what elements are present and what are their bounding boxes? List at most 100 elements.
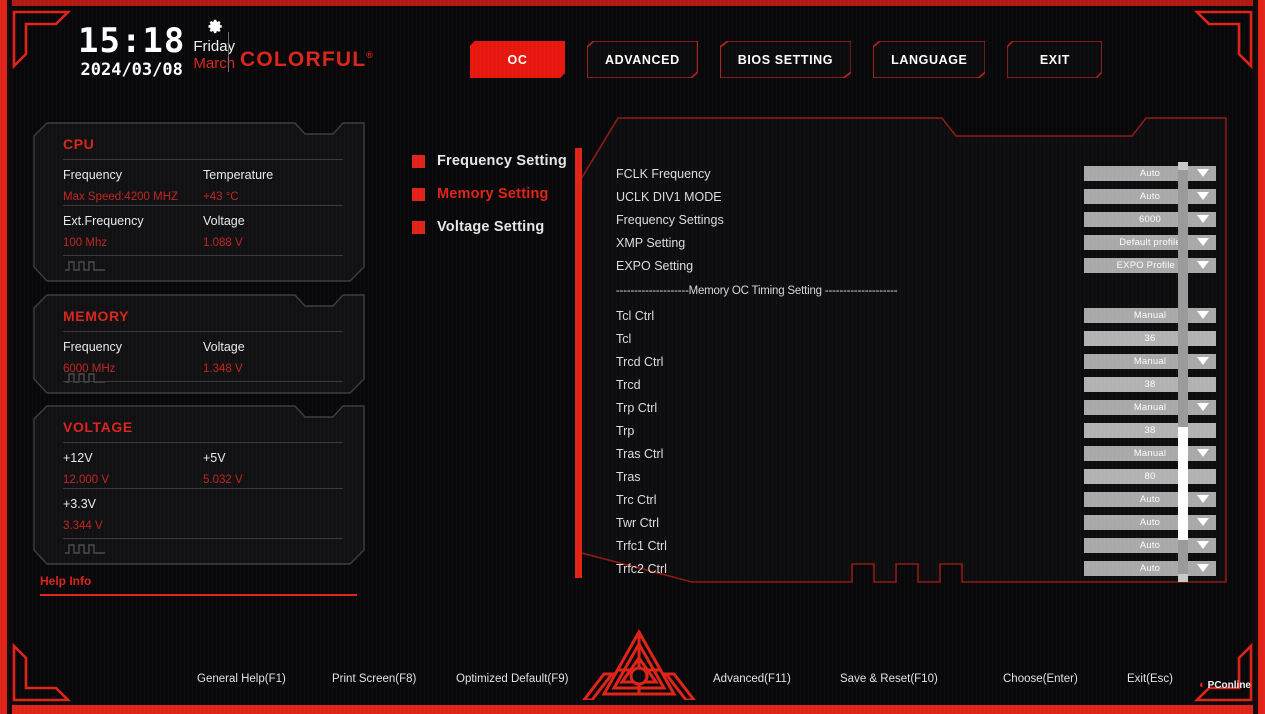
monitor-panel-voltage: VOLTAGE +12V 12.000 V +5V 5.032 V +3.3V 3.344 … (33, 405, 365, 565)
footer-shortcut-advanced-f11-[interactable]: Advanced(F11) (713, 673, 791, 685)
setting-label: FCLK Frequency (616, 166, 711, 181)
monitor-panel-cpu: CPU Frequency Max Speed:4200 MHZ Temperatur… (33, 122, 365, 282)
setting-dropdown[interactable]: Auto (1084, 166, 1216, 181)
setting-row-uclk-div1-mode[interactable]: UCLK DIV1 MODE Auto (616, 185, 1216, 208)
monitor-cell: Voltage 1.348 V (203, 340, 343, 375)
monitor-row: +12V 12.000 V +5V 5.032 V (63, 442, 343, 486)
pconline-watermark: ◐ PConline (1199, 679, 1251, 691)
monitor-cell: +12V 12.000 V (63, 451, 203, 486)
setting-value: Auto (1139, 540, 1161, 551)
setting-row-trp[interactable]: Trp 38 (616, 419, 1216, 442)
nav-tab-advanced[interactable]: ADVANCED (586, 40, 699, 79)
setting-dropdown[interactable]: Auto (1084, 538, 1216, 553)
category-bullet-icon (412, 187, 425, 201)
setting-row-twr-ctrl[interactable]: Twr Ctrl Auto (616, 511, 1216, 534)
nav-tab-exit[interactable]: EXIT (1006, 40, 1104, 79)
clock-date: 2024/03/08 (80, 60, 183, 80)
footer-shortcut-print-screen-f8-[interactable]: Print Screen(F8) (332, 673, 416, 685)
setting-row-tras[interactable]: Tras 80 (616, 465, 1216, 488)
category-voltage-setting[interactable]: Voltage Setting (412, 219, 567, 235)
category-memory-setting[interactable]: Memory Setting (412, 186, 567, 202)
setting-value-field[interactable]: 80 (1084, 469, 1216, 484)
setting-value-field[interactable]: 38 (1084, 423, 1216, 438)
chevron-down-icon (1197, 403, 1209, 411)
monitor-panel-title: CPU (63, 136, 95, 152)
monitor-key: Frequency (63, 168, 123, 182)
setting-dropdown[interactable]: Auto (1084, 492, 1216, 507)
nav-tab-bios-setting[interactable]: BIOS SETTING (718, 40, 853, 79)
monitor-row: Ext.Frequency 100 Mhz Voltage 1.088 V (63, 205, 343, 249)
nav-tab-oc[interactable]: OC (469, 40, 566, 79)
header-divider (228, 32, 229, 72)
setting-dropdown[interactable]: Manual (1084, 400, 1216, 415)
setting-row-trp-ctrl[interactable]: Trp Ctrl Manual (616, 396, 1216, 419)
nav-tab-label: BIOS SETTING (737, 52, 834, 67)
monitor-key: Temperature (203, 168, 274, 182)
setting-row-trfc2-ctrl[interactable]: Trfc2 Ctrl Auto (616, 557, 1216, 580)
setting-dropdown[interactable]: Manual (1084, 308, 1216, 323)
chevron-down-icon (1197, 169, 1209, 177)
setting-dropdown[interactable]: Auto (1084, 515, 1216, 530)
brand-name: COLORFUL (240, 48, 367, 71)
setting-row-expo-setting[interactable]: EXPO Setting EXPO Profile 1 (616, 254, 1216, 277)
setting-row-trcd[interactable]: Trcd 38 (616, 373, 1216, 396)
chevron-down-icon (1197, 357, 1209, 365)
setting-dropdown[interactable]: Manual (1084, 446, 1216, 461)
monitor-value: 3.344 V (63, 520, 103, 532)
setting-row-tcl-ctrl[interactable]: Tcl Ctrl Manual (616, 304, 1216, 327)
setting-label: Trc Ctrl (616, 492, 657, 507)
chevron-down-icon (1197, 518, 1209, 526)
panel-zigzag-decoration-icon (65, 258, 105, 276)
category-label: Memory Setting (437, 186, 549, 202)
setting-row-trc-ctrl[interactable]: Trc Ctrl Auto (616, 488, 1216, 511)
monitor-value: Max Speed:4200 MHZ (63, 191, 179, 203)
footer-shortcut-save-reset-f10-[interactable]: Save & Reset(F10) (840, 673, 938, 685)
setting-row-fclk-frequency[interactable]: FCLK Frequency Auto (616, 162, 1216, 185)
setting-row-tcl[interactable]: Tcl 36 (616, 327, 1216, 350)
setting-row-trfc1-ctrl[interactable]: Trfc1 Ctrl Auto (616, 534, 1216, 557)
settings-scrollbar[interactable] (1178, 162, 1188, 582)
setting-label: Frequency Settings (616, 212, 724, 227)
setting-dropdown[interactable]: Default profile (1084, 235, 1216, 250)
help-info-label: Help Info (40, 574, 92, 588)
monitor-panel-footrule (63, 538, 343, 539)
settings-rows: FCLK Frequency Auto UCLK DIV1 MODE Auto Freq… (616, 162, 1216, 580)
footer-shortcut-choose-enter-[interactable]: Choose(Enter) (1003, 673, 1078, 685)
setting-dropdown[interactable]: Auto (1084, 561, 1216, 576)
monitor-value: 1.348 V (203, 363, 243, 375)
category-frequency-setting[interactable]: Frequency Setting (412, 153, 567, 169)
setting-dropdown[interactable]: 6000 (1084, 212, 1216, 227)
chevron-down-icon (1197, 238, 1209, 246)
settings-panel-accent-bar (575, 148, 582, 578)
setting-dropdown[interactable]: Auto (1084, 189, 1216, 204)
frame-top-edge (0, 0, 1265, 6)
scrollbar-cap-top (1178, 162, 1188, 170)
setting-value: Default profile (1119, 237, 1181, 248)
footer-shortcut-optimized-default-f9-[interactable]: Optimized Default(F9) (456, 673, 568, 685)
monitor-key: Ext.Frequency (63, 214, 144, 228)
setting-value-field[interactable]: 38 (1084, 377, 1216, 392)
scrollbar-cap-bottom (1178, 574, 1188, 582)
setting-dropdown[interactable]: Manual (1084, 354, 1216, 369)
nav-tab-language[interactable]: LANGUAGE (872, 40, 987, 79)
setting-row-xmp-setting[interactable]: XMP Setting Default profile (616, 231, 1216, 254)
nav-tab-label: ADVANCED (605, 52, 680, 67)
setting-row-frequency-settings[interactable]: Frequency Settings 6000 (616, 208, 1216, 231)
monitor-row: Frequency 6000 MHz Voltage 1.348 V (63, 331, 343, 375)
footer-shortcut-exit-esc-[interactable]: Exit(Esc) (1127, 673, 1173, 685)
monitor-value: 100 Mhz (63, 237, 108, 249)
category-bullet-icon (412, 220, 425, 234)
monitor-row: +3.3V 3.344 V (63, 488, 343, 532)
setting-row-tras-ctrl[interactable]: Tras Ctrl Manual (616, 442, 1216, 465)
footer-shortcut-general-help-f1-[interactable]: General Help(F1) (197, 673, 286, 685)
scrollbar-thumb[interactable] (1178, 426, 1188, 540)
setting-dropdown[interactable]: EXPO Profile 1 (1084, 258, 1216, 273)
header-bar: 15:18 2024/03/08 Friday March COLORFUL® … (0, 8, 1265, 88)
help-info-underline (40, 594, 357, 596)
monitor-cell: +3.3V 3.344 V (63, 497, 203, 532)
monitor-cell: +5V 5.032 V (203, 451, 343, 486)
monitor-panel-content: MEMORY Frequency 6000 MHz Voltage 1.348 V (33, 294, 365, 382)
main-nav-tabs: OC ADVANCED BIOS SETTING LANGUAGE EXIT (469, 40, 1104, 79)
setting-value-field[interactable]: 36 (1084, 331, 1216, 346)
setting-row-trcd-ctrl[interactable]: Trcd Ctrl Manual (616, 350, 1216, 373)
